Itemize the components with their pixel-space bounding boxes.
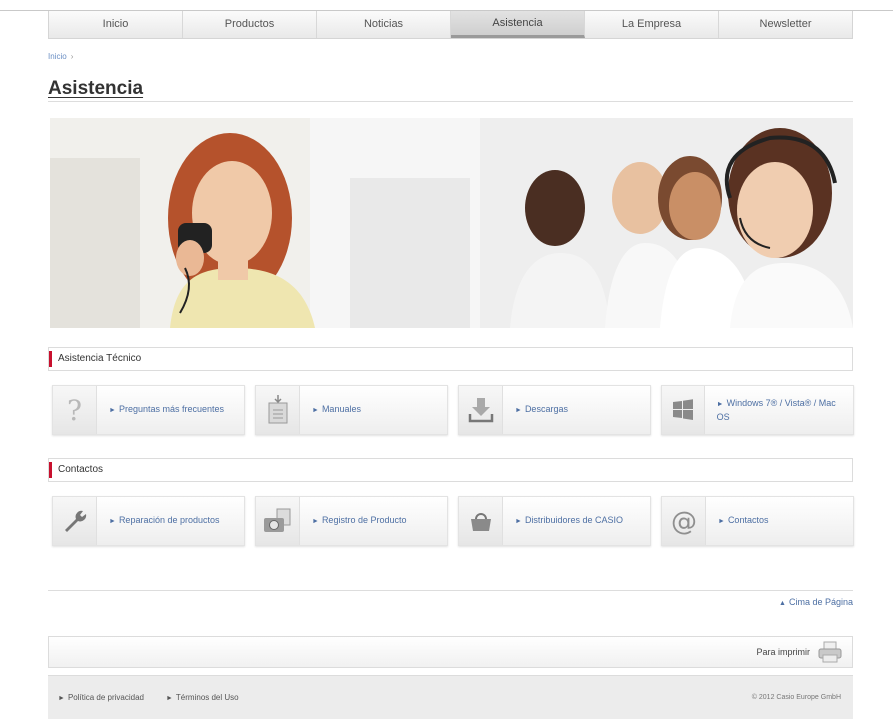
nav-asistencia[interactable]: Asistencia [451, 11, 585, 38]
up-triangle-icon: ▲ [779, 600, 786, 607]
nav-la-empresa[interactable]: La Empresa [585, 11, 719, 38]
nav-inicio[interactable]: Inicio [49, 11, 183, 38]
content-divider [48, 590, 853, 591]
support-section-title: Asistencia Técnico [58, 353, 142, 364]
distributors-label: ► Distribuidores de CASIO [515, 515, 623, 525]
manual-icon [256, 386, 300, 434]
footer-links: ► Política de privacidad ► Términos del Us… [58, 693, 239, 702]
print-label: Para imprimir [756, 647, 810, 657]
contacts-section-title: Contactos [58, 464, 104, 475]
contacts-tile[interactable]: @ ► Contactos [661, 496, 854, 546]
distributors-tile[interactable]: ► Distribuidores de CASIO [458, 496, 651, 546]
print-button[interactable]: Para imprimir [756, 641, 842, 663]
camera-register-icon [256, 497, 300, 545]
wrench-icon [53, 497, 97, 545]
windows-logo-icon [662, 386, 705, 434]
terms-of-use-link[interactable]: ► Términos del Uso [166, 693, 239, 702]
nav-newsletter[interactable]: Newsletter [719, 11, 852, 38]
at-sign-icon: @ [662, 497, 706, 545]
support-section-header: Asistencia Técnico [48, 347, 853, 371]
hero-support-agents-image [50, 118, 853, 328]
nav-productos[interactable]: Productos [183, 11, 317, 38]
support-tiles: ? ► Preguntas más frecuentes ► Manuales ► D… [52, 385, 854, 435]
back-to-top-link[interactable]: ▲ Cima de Página [779, 597, 853, 607]
copyright-text: © 2012 Casio Europe GmbH [751, 694, 841, 701]
printer-icon [818, 641, 842, 663]
footer: ► Política de privacidad ► Términos del Us… [48, 675, 853, 719]
contacts-label: ► Contactos [718, 515, 769, 525]
title-divider [48, 101, 853, 102]
hero-banner [50, 118, 853, 328]
register-label: ► Registro de Producto [312, 515, 407, 525]
svg-text:?: ? [67, 395, 82, 425]
manuals-tile[interactable]: ► Manuales [255, 385, 448, 435]
breadcrumb-separator: › [70, 52, 74, 61]
print-bar: Para imprimir [48, 636, 853, 668]
nav-noticias[interactable]: Noticias [317, 11, 451, 38]
breadcrumb: Inicio › [48, 52, 73, 61]
downloads-label: ► Descargas [515, 404, 568, 414]
repair-tile[interactable]: ► Reparación de productos [52, 496, 245, 546]
page-title: Asistencia [48, 78, 144, 99]
faq-label: ► Preguntas más frecuentes [109, 404, 224, 414]
contacts-tiles: ► Reparación de productos ► Registro de Pr… [52, 496, 854, 546]
downloads-tile[interactable]: ► Descargas [458, 385, 651, 435]
manuals-label: ► Manuales [312, 404, 361, 414]
main-nav: Inicio Productos Noticias Asistencia La … [48, 11, 853, 39]
windows-mac-label: ► Windows 7® / Vista® / Mac OS [716, 397, 836, 422]
question-mark-icon: ? [53, 386, 97, 434]
breadcrumb-home-link[interactable]: Inicio [48, 52, 67, 61]
download-icon [459, 386, 503, 434]
privacy-policy-link[interactable]: ► Política de privacidad [58, 693, 144, 702]
shopping-basket-icon [459, 497, 503, 545]
faq-tile[interactable]: ? ► Preguntas más frecuentes [52, 385, 245, 435]
register-tile[interactable]: ► Registro de Producto [255, 496, 448, 546]
svg-text:@: @ [671, 507, 697, 536]
repair-label: ► Reparación de productos [109, 515, 220, 525]
windows-mac-tile[interactable]: ► Windows 7® / Vista® / Mac OS [661, 385, 854, 435]
contacts-section-header: Contactos [48, 458, 853, 482]
